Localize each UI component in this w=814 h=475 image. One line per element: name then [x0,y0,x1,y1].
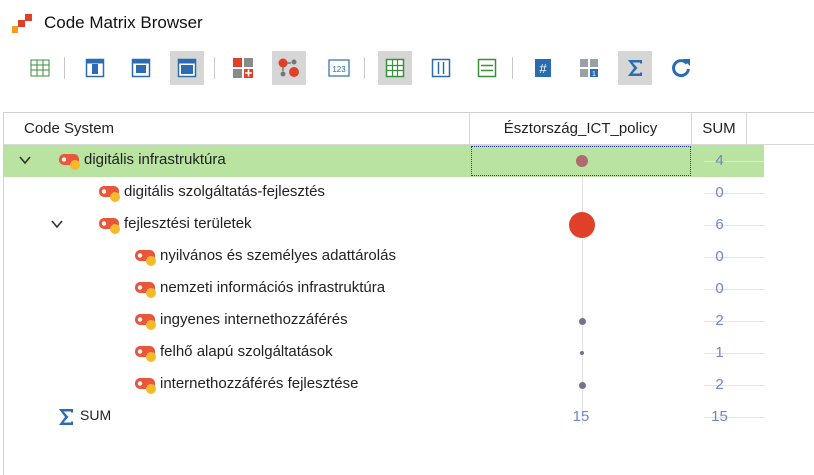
codes-nodes-button[interactable] [272,51,306,85]
row-sum: 2 [715,376,724,393]
sum-row: SUM 15 15 [4,401,764,433]
code-tag-icon [99,218,120,234]
columns-view-button[interactable] [424,51,458,85]
code-label: fejlesztési területek [124,215,252,232]
code-tag-icon [135,314,156,330]
code-tag-icon [135,346,156,362]
panel-full-button[interactable] [170,51,204,85]
toolbar-separator [64,57,65,79]
code-label: nemzeti információs infrastruktúra [160,279,386,296]
sigma-icon [628,60,642,76]
code-label: internethozzáférés fejlesztése [160,375,359,392]
chevron-down-icon[interactable] [50,217,64,231]
frequency-dot [580,351,584,355]
header-filler [747,113,814,145]
numbers-icon: 123 [328,59,350,77]
panel-left-button[interactable] [78,51,112,85]
document-cell[interactable] [470,273,692,305]
grid-view-button[interactable] [378,51,412,85]
sigma-icon [59,409,73,425]
table-row[interactable]: fejlesztési területek 6 [4,209,764,241]
row-sum: 0 [715,280,724,297]
header-document[interactable]: Észtország_ICT_policy [470,113,692,145]
refresh-button[interactable] [664,51,698,85]
table-row[interactable]: nyilvános és személyes adattárolás 0 [4,241,764,273]
binary-icon: 1 [580,59,598,78]
grid-view-icon [385,58,405,78]
hash-button[interactable]: # [526,51,560,85]
code-tag-icon [135,250,156,266]
row-sum: 6 [715,216,724,233]
document-cell[interactable] [470,305,692,337]
table-row[interactable]: digitális szolgáltatás-fejlesztés 0 [4,177,764,209]
row-sum: 4 [715,152,724,169]
table-row[interactable]: felhő alapú szolgáltatások 1 [4,337,764,369]
header-sum[interactable]: SUM [692,113,747,145]
rows-view-icon [477,58,497,78]
window-titlebar: Code Matrix Browser [0,0,814,44]
toolbar-separator [364,57,365,79]
row-sum: 0 [715,184,724,201]
code-tag-icon [59,154,80,170]
frequency-dot [569,212,595,238]
table-row[interactable]: digitális infrastruktúra 4 [4,145,764,177]
code-label: ingyenes internethozzáférés [160,311,348,328]
table-grid-button[interactable] [23,51,57,85]
chevron-down-icon[interactable] [18,153,32,167]
numbers-button[interactable]: 123 [322,51,356,85]
svg-text:#: # [539,61,547,76]
app-logo-icon [12,14,32,33]
codes-nodes-icon [278,58,299,77]
sum-row-label: SUM [80,407,112,423]
document-cell[interactable] [470,369,692,401]
refresh-icon [672,59,690,78]
code-label: digitális infrastruktúra [84,151,226,168]
svg-text:1: 1 [592,71,596,78]
document-cell[interactable] [470,177,692,209]
panel-full-icon [177,58,197,78]
panel-right-button[interactable] [124,51,158,85]
row-sum: 2 [715,312,724,329]
code-label: nyilvános és személyes adattárolás [160,247,396,264]
table-row[interactable]: nemzeti információs infrastruktúra 0 [4,273,764,305]
toolbar-separator [214,57,215,79]
panel-left-icon [85,58,105,78]
document-cell[interactable] [470,337,692,369]
toolbar: 123 # 1 [0,51,814,97]
sum-row-document-total: 15 [572,408,590,425]
header-code-system[interactable]: Code System [4,113,470,145]
row-sum: 1 [715,344,724,361]
code-matrix-grid: Code System Észtország_ICT_policy SUM di… [3,112,814,475]
document-cell[interactable] [470,209,692,241]
document-cell[interactable] [470,241,692,273]
rows-view-button[interactable] [470,51,504,85]
table-row[interactable]: ingyenes internethozzáférés 2 [4,305,764,337]
codes-in-documents-icon [233,58,253,78]
code-label: digitális szolgáltatás-fejlesztés [124,183,325,200]
table-grid-icon [30,59,50,77]
code-tag-icon [135,378,156,394]
document-cell[interactable] [470,145,692,177]
code-tag-icon [135,282,156,298]
window-title: Code Matrix Browser [44,13,203,32]
frequency-dot [578,317,586,325]
code-tag-icon [99,186,120,202]
toolbar-separator [512,57,513,79]
frequency-dot [576,155,588,167]
hash-icon: # [535,59,551,77]
columns-view-icon [431,58,451,78]
sigma-button[interactable] [618,51,652,85]
sum-row-total: 15 [711,408,728,425]
frequency-dot [578,381,586,389]
codes-in-documents-button[interactable] [226,51,260,85]
binary-button[interactable]: 1 [572,51,606,85]
code-label: felhő alapú szolgáltatások [160,343,333,360]
svg-text:123: 123 [332,65,346,74]
table-row[interactable]: internethozzáférés fejlesztése 2 [4,369,764,401]
panel-right-icon [131,58,151,78]
row-sum: 0 [715,248,724,265]
